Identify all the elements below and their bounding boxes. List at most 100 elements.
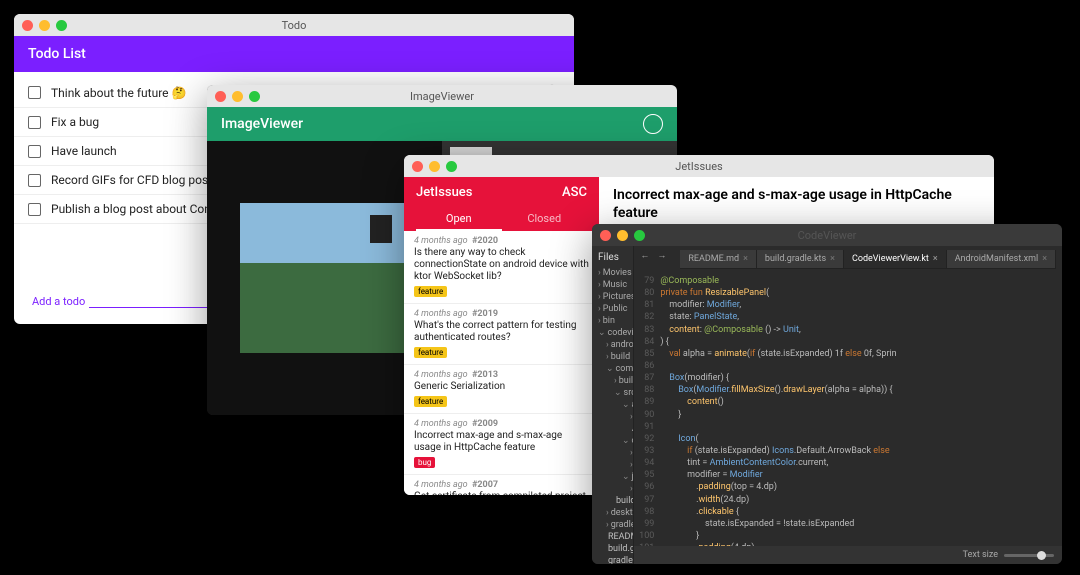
issue-list-item[interactable]: 4 months ago #2020Is there any way to ch… bbox=[404, 231, 599, 304]
refresh-icon[interactable] bbox=[643, 114, 663, 134]
issue-title: Incorrect max-age and s-max-age usage in… bbox=[613, 187, 980, 222]
minimize-icon[interactable] bbox=[429, 161, 440, 172]
preview-image[interactable] bbox=[240, 203, 410, 353]
titlebar[interactable]: Todo bbox=[14, 14, 574, 36]
sort-button[interactable]: ASC bbox=[562, 185, 587, 200]
tree-header: Files bbox=[596, 252, 629, 263]
tree-file[interactable]: README.md bbox=[596, 531, 629, 543]
editor-tab[interactable]: build.gradle.kts× bbox=[757, 250, 844, 268]
tab-closed[interactable]: Closed bbox=[502, 208, 588, 231]
tree-folder[interactable]: ›Music bbox=[596, 279, 629, 291]
tree-folder[interactable]: ›desktop bbox=[596, 507, 629, 519]
tree-folder[interactable]: ⌄jvmMain bbox=[596, 471, 629, 483]
close-tab-icon[interactable]: × bbox=[830, 254, 835, 264]
code-line: 93 if (state.isExpanded) Icons.Default.A… bbox=[634, 445, 1062, 457]
header-title: JetIssues bbox=[416, 185, 472, 200]
chevron-icon: ⌄ bbox=[622, 400, 630, 410]
tree-folder[interactable]: ⌄src bbox=[596, 387, 629, 399]
code-line: 81 modifier: Modifier, bbox=[634, 299, 1062, 311]
tree-folder[interactable]: ›build bbox=[596, 351, 629, 363]
titlebar[interactable]: JetIssues bbox=[404, 155, 994, 177]
chevron-icon: › bbox=[630, 448, 633, 458]
tree-folder[interactable]: ›kotlin bbox=[596, 483, 630, 495]
maximize-icon[interactable] bbox=[56, 20, 67, 31]
close-icon[interactable] bbox=[412, 161, 423, 172]
header-title: ImageViewer bbox=[221, 116, 303, 132]
chevron-icon: › bbox=[606, 520, 609, 530]
issue-list-item[interactable]: 4 months ago #2019What's the correct pat… bbox=[404, 304, 599, 365]
tree-file[interactable]: gradle.properties bbox=[596, 555, 629, 564]
nav-back-icon[interactable]: ← bbox=[640, 250, 649, 269]
window-codeviewer: CodeViewer Files ›Movies›Music›Pictures›… bbox=[592, 224, 1062, 564]
code-line: 98 .clickable { bbox=[634, 506, 1062, 518]
checkbox-icon[interactable] bbox=[28, 174, 41, 187]
code-line: 100 } bbox=[634, 530, 1062, 542]
tree-folder[interactable]: ›Movies bbox=[596, 267, 629, 279]
chevron-icon: › bbox=[598, 268, 601, 278]
tree-folder[interactable]: ›resources bbox=[596, 459, 630, 471]
code-line: 96 .padding(top = 4.dp) bbox=[634, 481, 1062, 493]
close-tab-icon[interactable]: × bbox=[1042, 254, 1047, 264]
issue-list-item[interactable]: 4 months ago #2013Generic Serializationf… bbox=[404, 365, 599, 414]
code-line: 91 bbox=[634, 421, 1062, 433]
window-title: Todo bbox=[14, 19, 574, 32]
chevron-icon: › bbox=[630, 412, 633, 422]
close-icon[interactable] bbox=[215, 91, 226, 102]
tree-folder[interactable]: ⌄codeviewer bbox=[596, 327, 629, 339]
close-tab-icon[interactable]: × bbox=[933, 254, 938, 264]
minimize-icon[interactable] bbox=[39, 20, 50, 31]
window-title: JetIssues bbox=[404, 160, 994, 173]
editor-tab[interactable]: CodeViewerView.kt× bbox=[844, 250, 947, 268]
tree-folder[interactable]: ›Pictures bbox=[596, 291, 629, 303]
issue-list-item[interactable]: 4 months ago #2009Incorrect max-age and … bbox=[404, 414, 599, 475]
tree-folder[interactable]: ⌄androidMain bbox=[596, 399, 629, 411]
close-icon[interactable] bbox=[600, 230, 611, 241]
tree-file[interactable]: build.gradle.kts bbox=[596, 543, 629, 555]
tree-folder[interactable]: ›kotlin bbox=[596, 447, 630, 459]
tree-folder[interactable]: ›bin bbox=[596, 315, 629, 327]
chevron-icon: › bbox=[606, 340, 609, 350]
chevron-icon: › bbox=[598, 304, 601, 314]
nav-forward-icon[interactable]: → bbox=[657, 250, 666, 269]
tree-folder[interactable]: ›gradle bbox=[596, 519, 629, 531]
chevron-icon: › bbox=[630, 484, 633, 494]
chevron-icon: › bbox=[606, 508, 609, 518]
issue-list-item[interactable]: 4 months ago #2007Get certificate from c… bbox=[404, 475, 599, 495]
tree-folder[interactable]: ›kotlin bbox=[596, 411, 630, 423]
tree-file[interactable]: build.gradle.kts bbox=[596, 495, 629, 507]
maximize-icon[interactable] bbox=[634, 230, 645, 241]
code-line: 80private fun ResizablePanel( bbox=[634, 287, 1062, 299]
chevron-icon: › bbox=[630, 460, 633, 470]
checkbox-icon[interactable] bbox=[28, 145, 41, 158]
editor-tab[interactable]: AndroidManifest.xml× bbox=[947, 250, 1056, 268]
chevron-icon: › bbox=[598, 292, 601, 302]
checkbox-icon[interactable] bbox=[28, 116, 41, 129]
checkbox-icon[interactable] bbox=[28, 86, 41, 99]
file-tree[interactable]: Files ›Movies›Music›Pictures›Public›bin⌄… bbox=[592, 246, 634, 564]
tree-folder[interactable]: ›Public bbox=[596, 303, 629, 315]
todo-text: Think about the future 🤔 bbox=[51, 86, 186, 100]
code-line: 85 val alpha = animate(if (state.isExpan… bbox=[634, 348, 1062, 360]
tree-folder[interactable]: ⌄common bbox=[596, 363, 629, 375]
code-area[interactable]: 79@Composable80private fun ResizablePane… bbox=[634, 273, 1062, 546]
tab-open[interactable]: Open bbox=[416, 208, 502, 231]
titlebar[interactable]: ImageViewer bbox=[207, 85, 677, 107]
code-line: 82 state: PanelState, bbox=[634, 311, 1062, 323]
chevron-icon: › bbox=[598, 280, 601, 290]
maximize-icon[interactable] bbox=[446, 161, 457, 172]
text-size-slider[interactable] bbox=[1004, 554, 1054, 557]
tree-folder[interactable]: ›build bbox=[596, 375, 629, 387]
close-icon[interactable] bbox=[22, 20, 33, 31]
tree-file[interactable]: AndroidManifest.xml bbox=[596, 423, 630, 435]
code-line: 84) { bbox=[634, 336, 1062, 348]
chevron-icon: ⌄ bbox=[606, 364, 614, 374]
minimize-icon[interactable] bbox=[232, 91, 243, 102]
tree-folder[interactable]: ›android bbox=[596, 339, 629, 351]
editor-tab[interactable]: README.md× bbox=[680, 250, 757, 268]
checkbox-icon[interactable] bbox=[28, 203, 41, 216]
maximize-icon[interactable] bbox=[249, 91, 260, 102]
titlebar[interactable]: CodeViewer bbox=[592, 224, 1062, 246]
minimize-icon[interactable] bbox=[617, 230, 628, 241]
close-tab-icon[interactable]: × bbox=[743, 254, 748, 264]
tree-folder[interactable]: ⌄commonMain bbox=[596, 435, 629, 447]
